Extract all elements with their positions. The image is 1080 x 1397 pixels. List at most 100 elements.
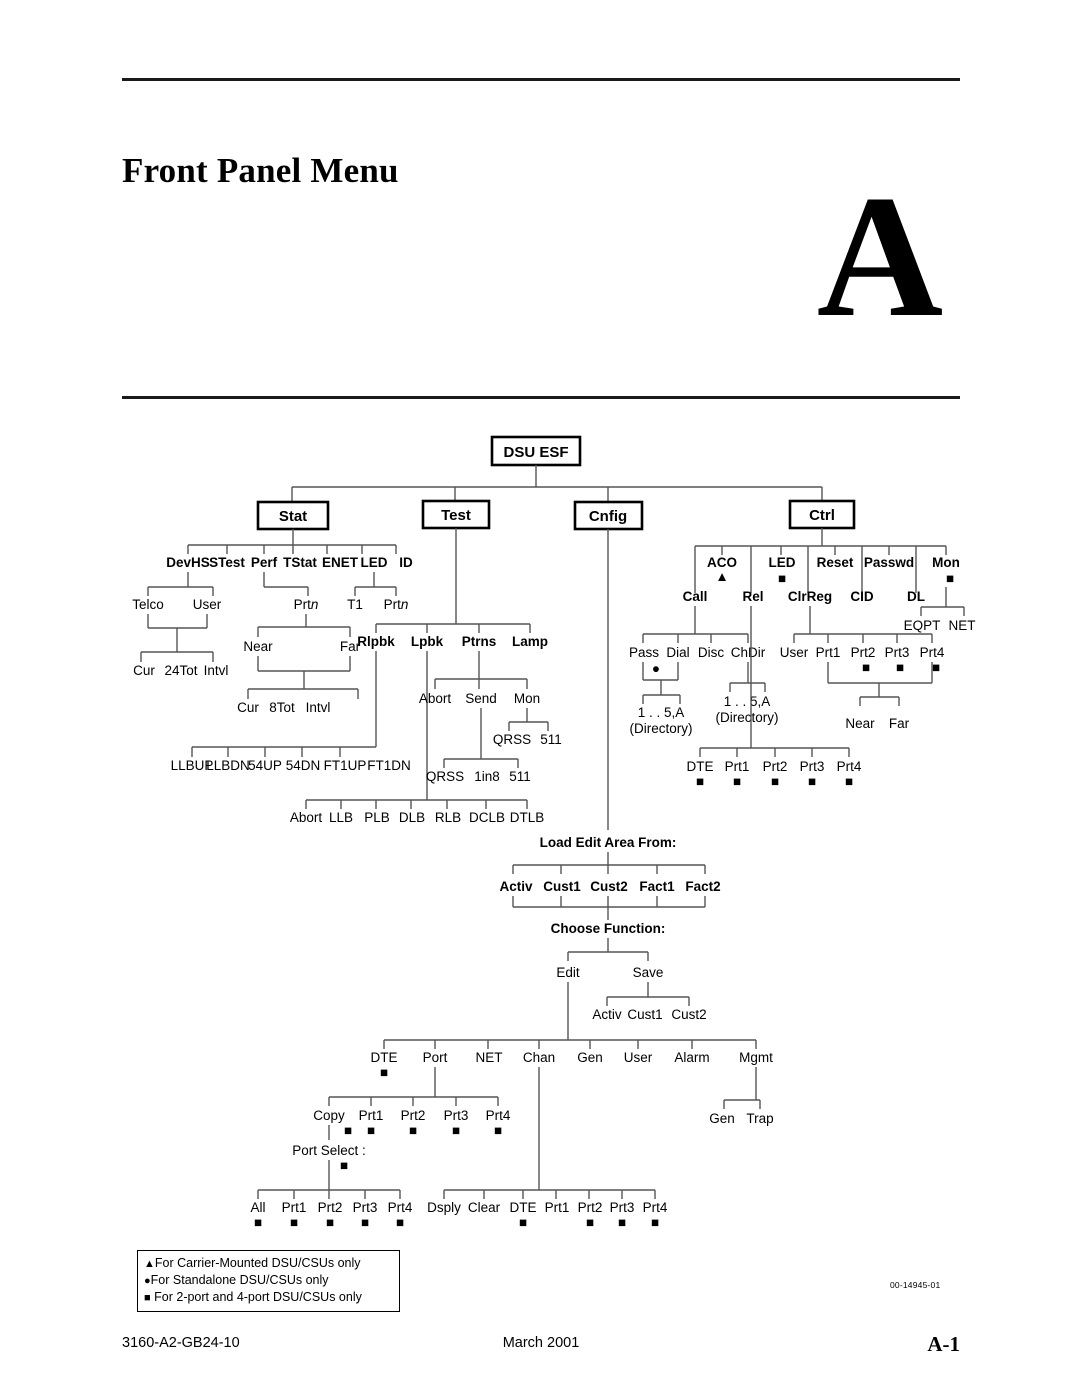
ctrl-child-led[interactable]: LED — [769, 555, 796, 570]
chan-child-prt1[interactable]: Prt1 — [545, 1200, 570, 1215]
load-option-fact1[interactable]: Fact1 — [639, 879, 675, 894]
port-select-prt2[interactable]: Prt2 — [318, 1200, 343, 1215]
port-select-prt1[interactable]: Prt1 — [282, 1200, 307, 1215]
load-option-cust2[interactable]: Cust2 — [590, 879, 628, 894]
send-child-qrss[interactable]: QRSS — [426, 769, 464, 784]
test-child-lpbk[interactable]: Lpbk — [411, 634, 444, 649]
devhs-child-telco[interactable]: Telco — [132, 597, 164, 612]
stat-child-perf[interactable]: Perf — [251, 555, 278, 570]
edit-child-user[interactable]: User — [624, 1050, 653, 1065]
stat-child-enet[interactable]: ENET — [322, 555, 359, 570]
nearfar-child-8tot[interactable]: 8Tot — [269, 700, 295, 715]
port-select-prt4[interactable]: Prt4 — [388, 1200, 413, 1215]
mon-child-qrss[interactable]: QRSS — [493, 732, 531, 747]
ctrl-child-passwd[interactable]: Passwd — [864, 555, 914, 570]
chan-child-dsply[interactable]: Dsply — [427, 1200, 461, 1215]
ctrlled-child-prt1[interactable]: Prt1 — [725, 759, 750, 774]
port-child-prt3[interactable]: Prt3 — [444, 1108, 469, 1123]
ptrns-child-send[interactable]: Send — [465, 691, 497, 706]
prtn-child-near[interactable]: Near — [243, 639, 273, 654]
clrreg-child-user[interactable]: User — [780, 645, 809, 660]
port-child-prt4[interactable]: Prt4 — [486, 1108, 511, 1123]
test-child-lamp[interactable]: Lamp — [512, 634, 548, 649]
telco-child-cur[interactable]: Cur — [133, 663, 155, 678]
edit-child-port[interactable]: Port — [423, 1050, 448, 1065]
clrreg-far[interactable]: Far — [889, 716, 910, 731]
save-option-cust1[interactable]: Cust1 — [627, 1007, 662, 1022]
ctrlled-child-prt2[interactable]: Prt2 — [763, 759, 788, 774]
save-option-cust2[interactable]: Cust2 — [671, 1007, 706, 1022]
ctrlled-child-prt3[interactable]: Prt3 — [800, 759, 825, 774]
send-child-1in8[interactable]: 1in8 — [474, 769, 500, 784]
ctrlled-child-prt4[interactable]: Prt4 — [837, 759, 862, 774]
nearfar-child-cur[interactable]: Cur — [237, 700, 259, 715]
rlpbk-child-ft1up[interactable]: FT1UP — [324, 758, 367, 773]
mgmt-child-gen[interactable]: Gen — [709, 1111, 735, 1126]
edit-child-gen[interactable]: Gen — [577, 1050, 603, 1065]
stat-child-led[interactable]: LED — [361, 555, 388, 570]
chan-child-prt2[interactable]: Prt2 — [578, 1200, 603, 1215]
ctrl-second-dl[interactable]: DL — [907, 589, 925, 604]
call-child-pass[interactable]: Pass — [629, 645, 659, 660]
lpbk-child-abort[interactable]: Abort — [290, 810, 323, 825]
ctrl-child-reset[interactable]: Reset — [817, 555, 854, 570]
port-select-all[interactable]: All — [250, 1200, 265, 1215]
lpbk-child-rlb[interactable]: RLB — [435, 810, 461, 825]
call-child-chdir[interactable]: ChDir — [731, 645, 766, 660]
devhs-child-user[interactable]: User — [193, 597, 222, 612]
ctrlmon-child-net[interactable]: NET — [949, 618, 976, 633]
call-child-dial[interactable]: Dial — [666, 645, 689, 660]
lpbk-child-dlb[interactable]: DLB — [399, 810, 425, 825]
port-child-copy[interactable]: Copy — [313, 1108, 345, 1123]
load-option-activ[interactable]: Activ — [499, 879, 533, 894]
ctrl-second-rel[interactable]: Rel — [742, 589, 763, 604]
lpbk-child-dtlb[interactable]: DTLB — [510, 810, 545, 825]
cnfig-function-save[interactable]: Save — [633, 965, 664, 980]
node-dsu-esf[interactable]: DSU ESF — [490, 435, 582, 467]
node-stat[interactable]: Stat — [256, 500, 330, 531]
chan-child-prt3[interactable]: Prt3 — [610, 1200, 635, 1215]
ctrl-second-clrreg[interactable]: ClrReg — [788, 589, 832, 604]
statled-child-t1[interactable]: T1 — [347, 597, 363, 612]
chan-child-clear[interactable]: Clear — [468, 1200, 501, 1215]
node-cnfig[interactable]: Cnfig — [573, 500, 644, 531]
nearfar-child-intvl[interactable]: Intvl — [306, 700, 331, 715]
clrreg-child-prt3[interactable]: Prt3 — [885, 645, 910, 660]
telco-child-intvl[interactable]: Intvl — [204, 663, 229, 678]
port-select-prt3[interactable]: Prt3 — [353, 1200, 378, 1215]
rlpbk-child-54up[interactable]: 54UP — [248, 758, 282, 773]
node-test[interactable]: Test — [421, 499, 491, 530]
stat-child-stest[interactable]: STest — [209, 555, 245, 570]
ptrns-child-mon[interactable]: Mon — [514, 691, 540, 706]
telco-child-24tot[interactable]: 24Tot — [164, 663, 197, 678]
rlpbk-child-ft1dn[interactable]: FT1DN — [367, 758, 411, 773]
ptrns-child-abort[interactable]: Abort — [419, 691, 452, 706]
cnfig-function-edit[interactable]: Edit — [556, 965, 580, 980]
clrreg-child-prt1[interactable]: Prt1 — [816, 645, 841, 660]
ctrlled-child-dte[interactable]: DTE — [687, 759, 714, 774]
mon-child-511[interactable]: 511 — [540, 732, 562, 747]
rlpbk-child-54dn[interactable]: 54DN — [286, 758, 321, 773]
edit-child-chan[interactable]: Chan — [523, 1050, 555, 1065]
perf-child-prtn[interactable]: Prtn — [294, 597, 319, 612]
ctrl-second-cid[interactable]: CID — [850, 589, 874, 604]
rlpbk-child-llbdn[interactable]: LLBDN — [206, 758, 250, 773]
port-child-prt2[interactable]: Prt2 — [401, 1108, 426, 1123]
stat-child-devhs[interactable]: DevHS — [166, 555, 210, 570]
lpbk-child-dclb[interactable]: DCLB — [469, 810, 505, 825]
send-child-511[interactable]: 511 — [509, 769, 531, 784]
edit-child-net[interactable]: NET — [476, 1050, 503, 1065]
port-child-prt1[interactable]: Prt1 — [359, 1108, 384, 1123]
edit-child-dte[interactable]: DTE — [371, 1050, 398, 1065]
stat-child-id[interactable]: ID — [399, 555, 413, 570]
chan-child-dte[interactable]: DTE — [510, 1200, 537, 1215]
chan-child-prt4[interactable]: Prt4 — [643, 1200, 668, 1215]
clrreg-near[interactable]: Near — [845, 716, 875, 731]
lpbk-child-llb[interactable]: LLB — [329, 810, 353, 825]
stat-child-tstat[interactable]: TStat — [283, 555, 317, 570]
mgmt-child-trap[interactable]: Trap — [746, 1111, 773, 1126]
ctrl-second-call[interactable]: Call — [683, 589, 708, 604]
test-child-rlpbk[interactable]: Rlpbk — [357, 634, 395, 649]
node-ctrl[interactable]: Ctrl — [788, 499, 856, 530]
ctrlmon-child-eqpt[interactable]: EQPT — [904, 618, 941, 633]
